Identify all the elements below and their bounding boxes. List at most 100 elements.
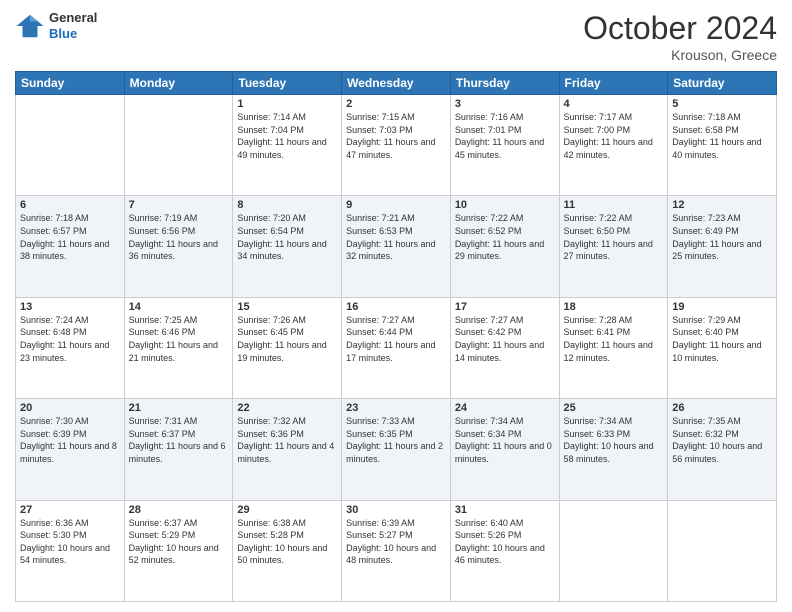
calendar-week-4: 27Sunrise: 6:36 AMSunset: 5:30 PMDayligh… [16,500,777,601]
day-info: Sunrise: 7:20 AMSunset: 6:54 PMDaylight:… [237,212,337,262]
day-info: Sunrise: 7:22 AMSunset: 6:52 PMDaylight:… [455,212,555,262]
logo-text: General Blue [49,10,97,41]
calendar-cell: 16Sunrise: 7:27 AMSunset: 6:44 PMDayligh… [342,297,451,398]
calendar-cell: 2Sunrise: 7:15 AMSunset: 7:03 PMDaylight… [342,95,451,196]
calendar-header-thursday: Thursday [450,72,559,95]
day-number: 22 [237,402,337,414]
day-info: Sunrise: 7:21 AMSunset: 6:53 PMDaylight:… [346,212,446,262]
day-info: Sunrise: 7:28 AMSunset: 6:41 PMDaylight:… [564,314,664,364]
logo-blue: Blue [49,26,97,42]
day-number: 7 [129,199,229,211]
calendar-cell: 1Sunrise: 7:14 AMSunset: 7:04 PMDaylight… [233,95,342,196]
day-number: 2 [346,98,446,110]
day-number: 24 [455,402,555,414]
calendar-header-tuesday: Tuesday [233,72,342,95]
calendar-cell: 4Sunrise: 7:17 AMSunset: 7:00 PMDaylight… [559,95,668,196]
calendar-cell: 17Sunrise: 7:27 AMSunset: 6:42 PMDayligh… [450,297,559,398]
calendar-cell [668,500,777,601]
day-number: 8 [237,199,337,211]
day-number: 17 [455,301,555,313]
calendar-cell: 11Sunrise: 7:22 AMSunset: 6:50 PMDayligh… [559,196,668,297]
location: Krouson, Greece [583,47,777,63]
calendar-cell: 24Sunrise: 7:34 AMSunset: 6:34 PMDayligh… [450,399,559,500]
day-number: 15 [237,301,337,313]
calendar-cell: 20Sunrise: 7:30 AMSunset: 6:39 PMDayligh… [16,399,125,500]
calendar-header-sunday: Sunday [16,72,125,95]
day-number: 10 [455,199,555,211]
calendar-week-2: 13Sunrise: 7:24 AMSunset: 6:48 PMDayligh… [16,297,777,398]
calendar-cell: 9Sunrise: 7:21 AMSunset: 6:53 PMDaylight… [342,196,451,297]
logo-general: General [49,10,97,26]
day-number: 14 [129,301,229,313]
day-info: Sunrise: 7:23 AMSunset: 6:49 PMDaylight:… [672,212,772,262]
calendar-cell [124,95,233,196]
calendar-cell: 22Sunrise: 7:32 AMSunset: 6:36 PMDayligh… [233,399,342,500]
calendar-cell [16,95,125,196]
day-number: 3 [455,98,555,110]
day-number: 26 [672,402,772,414]
calendar-cell: 31Sunrise: 6:40 AMSunset: 5:26 PMDayligh… [450,500,559,601]
calendar-cell: 23Sunrise: 7:33 AMSunset: 6:35 PMDayligh… [342,399,451,500]
day-number: 20 [20,402,120,414]
day-info: Sunrise: 7:32 AMSunset: 6:36 PMDaylight:… [237,415,337,465]
day-info: Sunrise: 7:25 AMSunset: 6:46 PMDaylight:… [129,314,229,364]
day-info: Sunrise: 6:39 AMSunset: 5:27 PMDaylight:… [346,517,446,567]
calendar-header-monday: Monday [124,72,233,95]
day-info: Sunrise: 7:34 AMSunset: 6:34 PMDaylight:… [455,415,555,465]
month-title: October 2024 [583,10,777,47]
calendar-cell: 26Sunrise: 7:35 AMSunset: 6:32 PMDayligh… [668,399,777,500]
calendar-cell: 19Sunrise: 7:29 AMSunset: 6:40 PMDayligh… [668,297,777,398]
day-number: 13 [20,301,120,313]
day-info: Sunrise: 7:18 AMSunset: 6:57 PMDaylight:… [20,212,120,262]
day-info: Sunrise: 7:22 AMSunset: 6:50 PMDaylight:… [564,212,664,262]
calendar-cell: 14Sunrise: 7:25 AMSunset: 6:46 PMDayligh… [124,297,233,398]
calendar-header-wednesday: Wednesday [342,72,451,95]
calendar-header-friday: Friday [559,72,668,95]
calendar-week-0: 1Sunrise: 7:14 AMSunset: 7:04 PMDaylight… [16,95,777,196]
day-number: 27 [20,504,120,516]
day-number: 11 [564,199,664,211]
calendar-cell: 28Sunrise: 6:37 AMSunset: 5:29 PMDayligh… [124,500,233,601]
day-info: Sunrise: 7:14 AMSunset: 7:04 PMDaylight:… [237,111,337,161]
day-number: 18 [564,301,664,313]
calendar-cell: 10Sunrise: 7:22 AMSunset: 6:52 PMDayligh… [450,196,559,297]
day-info: Sunrise: 6:36 AMSunset: 5:30 PMDaylight:… [20,517,120,567]
day-number: 30 [346,504,446,516]
day-info: Sunrise: 7:34 AMSunset: 6:33 PMDaylight:… [564,415,664,465]
calendar-cell: 13Sunrise: 7:24 AMSunset: 6:48 PMDayligh… [16,297,125,398]
day-number: 1 [237,98,337,110]
day-info: Sunrise: 7:27 AMSunset: 6:44 PMDaylight:… [346,314,446,364]
calendar-cell: 21Sunrise: 7:31 AMSunset: 6:37 PMDayligh… [124,399,233,500]
day-number: 6 [20,199,120,211]
calendar-cell: 30Sunrise: 6:39 AMSunset: 5:27 PMDayligh… [342,500,451,601]
day-number: 31 [455,504,555,516]
calendar-cell: 5Sunrise: 7:18 AMSunset: 6:58 PMDaylight… [668,95,777,196]
day-info: Sunrise: 7:24 AMSunset: 6:48 PMDaylight:… [20,314,120,364]
day-number: 5 [672,98,772,110]
calendar-cell: 7Sunrise: 7:19 AMSunset: 6:56 PMDaylight… [124,196,233,297]
calendar-cell: 8Sunrise: 7:20 AMSunset: 6:54 PMDaylight… [233,196,342,297]
day-number: 19 [672,301,772,313]
day-info: Sunrise: 7:16 AMSunset: 7:01 PMDaylight:… [455,111,555,161]
calendar-week-3: 20Sunrise: 7:30 AMSunset: 6:39 PMDayligh… [16,399,777,500]
day-info: Sunrise: 7:18 AMSunset: 6:58 PMDaylight:… [672,111,772,161]
calendar-cell: 18Sunrise: 7:28 AMSunset: 6:41 PMDayligh… [559,297,668,398]
day-info: Sunrise: 7:19 AMSunset: 6:56 PMDaylight:… [129,212,229,262]
page: General Blue October 2024 Krouson, Greec… [0,0,792,612]
day-info: Sunrise: 7:15 AMSunset: 7:03 PMDaylight:… [346,111,446,161]
day-info: Sunrise: 7:27 AMSunset: 6:42 PMDaylight:… [455,314,555,364]
day-info: Sunrise: 6:40 AMSunset: 5:26 PMDaylight:… [455,517,555,567]
logo: General Blue [15,10,97,41]
day-number: 16 [346,301,446,313]
calendar-table: SundayMondayTuesdayWednesdayThursdayFrid… [15,71,777,602]
calendar-cell: 12Sunrise: 7:23 AMSunset: 6:49 PMDayligh… [668,196,777,297]
calendar-cell: 29Sunrise: 6:38 AMSunset: 5:28 PMDayligh… [233,500,342,601]
day-info: Sunrise: 7:30 AMSunset: 6:39 PMDaylight:… [20,415,120,465]
day-number: 29 [237,504,337,516]
header: General Blue October 2024 Krouson, Greec… [15,10,777,63]
calendar-cell [559,500,668,601]
title-section: October 2024 Krouson, Greece [583,10,777,63]
day-info: Sunrise: 6:37 AMSunset: 5:29 PMDaylight:… [129,517,229,567]
day-info: Sunrise: 7:17 AMSunset: 7:00 PMDaylight:… [564,111,664,161]
calendar-header-saturday: Saturday [668,72,777,95]
